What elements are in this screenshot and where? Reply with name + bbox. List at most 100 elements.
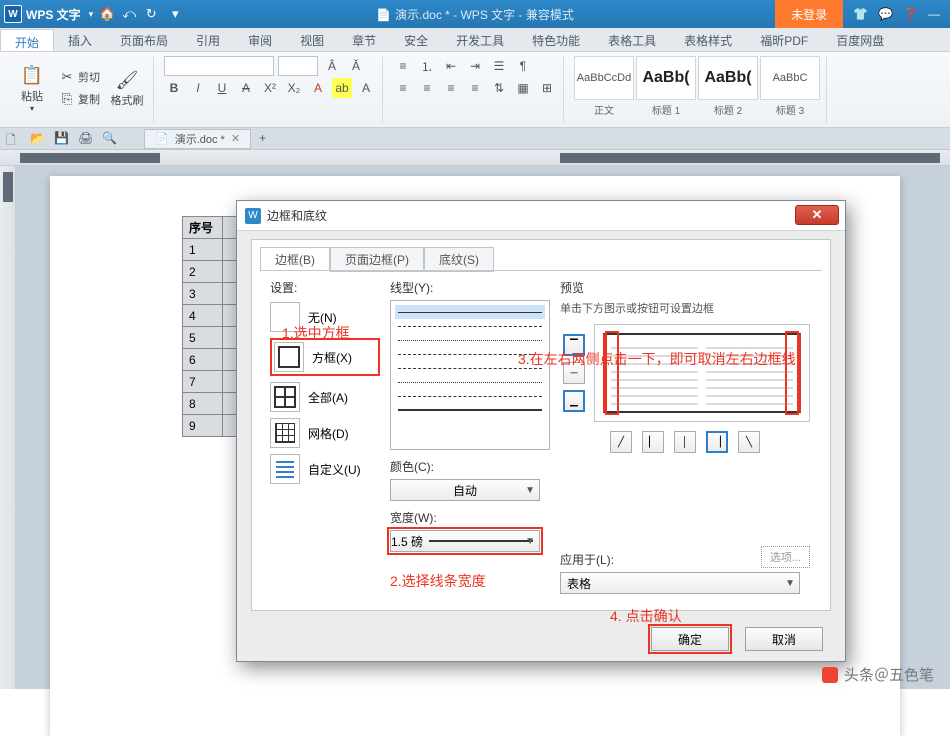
tab-security[interactable]: 安全 bbox=[390, 28, 442, 51]
highlight-button[interactable]: ab bbox=[332, 78, 352, 98]
bullets-button[interactable]: ≡ bbox=[393, 56, 413, 76]
superscript-button[interactable]: X² bbox=[260, 78, 280, 98]
setting-custom[interactable]: 自定义(U) bbox=[270, 454, 380, 484]
width-label: 宽度(W): bbox=[390, 509, 550, 526]
font-name-combo[interactable] bbox=[164, 56, 274, 76]
col-header-seq[interactable]: 序号 bbox=[183, 217, 223, 239]
indent-inc-button[interactable]: ⇥ bbox=[465, 56, 485, 76]
linestyle-listbox[interactable] bbox=[390, 300, 550, 450]
options-button[interactable]: 选项... bbox=[761, 546, 810, 568]
tab-devtools[interactable]: 开发工具 bbox=[442, 28, 518, 51]
setting-grid[interactable]: 网格(D) bbox=[270, 418, 380, 448]
help-icon[interactable]: ❓ bbox=[903, 7, 918, 21]
copy-button[interactable]: ⎘复制 bbox=[56, 89, 103, 109]
edge-diag1-button[interactable]: ╱ bbox=[610, 431, 632, 453]
edge-left-button[interactable]: ▏ bbox=[642, 431, 664, 453]
sb-print-icon[interactable]: 🖨 bbox=[78, 131, 94, 147]
tab-review[interactable]: 审阅 bbox=[234, 28, 286, 51]
align-justify-button[interactable]: ≡ bbox=[465, 78, 485, 98]
chat-icon[interactable]: 💬 bbox=[878, 7, 893, 21]
font-color-button[interactable]: A bbox=[308, 78, 328, 98]
paste-button[interactable]: 📋粘贴▾ bbox=[12, 56, 52, 120]
cut-button[interactable]: ✂剪切 bbox=[56, 67, 103, 87]
horizontal-ruler[interactable] bbox=[0, 150, 950, 166]
tab-tabletools[interactable]: 表格工具 bbox=[594, 28, 670, 51]
edge-right-button[interactable]: ▕ bbox=[706, 431, 728, 453]
setting-all[interactable]: 全部(A) bbox=[270, 382, 380, 412]
dialog-close-button[interactable]: ✕ bbox=[795, 205, 839, 225]
setting-box[interactable]: 方框(X) bbox=[270, 338, 380, 376]
italic-button[interactable]: I bbox=[188, 78, 208, 98]
paragraph-button[interactable]: ¶ bbox=[513, 56, 533, 76]
new-tab-button[interactable]: + bbox=[259, 131, 275, 147]
color-label: 颜色(C): bbox=[390, 458, 550, 475]
style-h1[interactable]: AaBb( bbox=[636, 56, 696, 100]
sort-button[interactable]: ☰ bbox=[489, 56, 509, 76]
tab-insert[interactable]: 插入 bbox=[54, 28, 106, 51]
tab-view[interactable]: 视图 bbox=[286, 28, 338, 51]
align-left-button[interactable]: ≡ bbox=[393, 78, 413, 98]
sb-new-icon[interactable]: 🗋 bbox=[6, 131, 22, 147]
document-tab[interactable]: 📄 演示.doc * ✕ bbox=[144, 129, 251, 149]
cancel-button[interactable]: 取消 bbox=[745, 627, 823, 651]
tab-tablestyle[interactable]: 表格样式 bbox=[670, 28, 746, 51]
tab-baidu[interactable]: 百度网盘 bbox=[822, 28, 898, 51]
tab-special[interactable]: 特色功能 bbox=[518, 28, 594, 51]
line-spacing-button[interactable]: ⇅ bbox=[489, 78, 509, 98]
tab-foxit[interactable]: 福昕PDF bbox=[746, 28, 822, 51]
sb-preview-icon[interactable]: 🔍 bbox=[102, 131, 118, 147]
edge-bottom-button[interactable]: ▁ bbox=[563, 390, 585, 412]
dialog-title: 边框和底纹 bbox=[267, 207, 327, 224]
preview-canvas[interactable] bbox=[594, 324, 810, 422]
dlg-tab-borders[interactable]: 边框(B) bbox=[260, 247, 330, 272]
dialog-titlebar[interactable]: W 边框和底纹 ✕ bbox=[237, 201, 845, 231]
sb-open-icon[interactable]: 📂 bbox=[30, 131, 46, 147]
format-painter-button[interactable]: 🖌格式刷 bbox=[107, 56, 147, 120]
align-center-button[interactable]: ≡ bbox=[417, 78, 437, 98]
dialog-tabs: 边框(B) 页面边框(P) 底纹(S) bbox=[252, 240, 830, 271]
tab-chapter[interactable]: 章节 bbox=[338, 28, 390, 51]
borders-button[interactable]: ⊞ bbox=[537, 78, 557, 98]
app-name: WPS 文字 bbox=[26, 6, 81, 23]
color-combo[interactable]: 自动▼ bbox=[390, 479, 540, 501]
vertical-ruler[interactable] bbox=[0, 166, 16, 689]
doc-tab-close-icon[interactable]: ✕ bbox=[231, 132, 240, 145]
settings-label: 设置: bbox=[270, 279, 380, 296]
skin-icon[interactable]: 👕 bbox=[853, 7, 868, 21]
dlg-tab-page-borders[interactable]: 页面边框(P) bbox=[330, 247, 424, 272]
increase-font-icon[interactable]: Â bbox=[322, 56, 342, 76]
subscript-button[interactable]: X₂ bbox=[284, 78, 304, 98]
shading-button[interactable]: ▦ bbox=[513, 78, 533, 98]
char-border-button[interactable]: A bbox=[356, 78, 376, 98]
dlg-tab-shading[interactable]: 底纹(S) bbox=[424, 247, 494, 272]
font-size-combo[interactable] bbox=[278, 56, 318, 76]
underline-button[interactable]: U bbox=[212, 78, 232, 98]
style-gallery[interactable]: AaBbCcDd正文 AaBb(标题 1 AaBb(标题 2 AaBbC标题 3 bbox=[574, 56, 820, 117]
style-h3[interactable]: AaBbC bbox=[760, 56, 820, 100]
app-logo[interactable]: W bbox=[4, 5, 22, 23]
edge-vmid-button[interactable]: │ bbox=[674, 431, 696, 453]
width-combo[interactable]: 1.5 磅▼ bbox=[390, 530, 540, 552]
decrease-font-icon[interactable]: Ǎ bbox=[346, 56, 366, 76]
minimize-icon[interactable]: — bbox=[928, 7, 940, 21]
style-h2[interactable]: AaBb( bbox=[698, 56, 758, 100]
align-right-button[interactable]: ≡ bbox=[441, 78, 461, 98]
tab-pagelayout[interactable]: 页面布局 bbox=[106, 28, 182, 51]
strikethrough-button[interactable]: A bbox=[236, 78, 256, 98]
sb-save-icon[interactable]: 💾 bbox=[54, 131, 70, 147]
qat-home-icon[interactable]: 🏠 bbox=[99, 6, 115, 22]
qat-redo-icon[interactable]: ↻ bbox=[143, 6, 159, 22]
indent-dec-button[interactable]: ⇤ bbox=[441, 56, 461, 76]
bold-button[interactable]: B bbox=[164, 78, 184, 98]
numbering-button[interactable]: ⒈ bbox=[417, 56, 437, 76]
login-button[interactable]: 未登录 bbox=[775, 0, 843, 28]
style-normal[interactable]: AaBbCcDd bbox=[574, 56, 634, 100]
tab-references[interactable]: 引用 bbox=[182, 28, 234, 51]
apply-combo[interactable]: 表格▼ bbox=[560, 572, 800, 594]
app-menu-dropdown[interactable]: ▾ bbox=[89, 9, 94, 20]
edge-diag2-button[interactable]: ╲ bbox=[738, 431, 760, 453]
ok-button[interactable]: 确定 bbox=[651, 627, 729, 651]
qat-undo-icon[interactable]: ⤺ bbox=[121, 6, 137, 22]
qat-more-dropdown[interactable]: ▾ bbox=[167, 6, 183, 22]
tab-start[interactable]: 开始 bbox=[0, 29, 54, 51]
